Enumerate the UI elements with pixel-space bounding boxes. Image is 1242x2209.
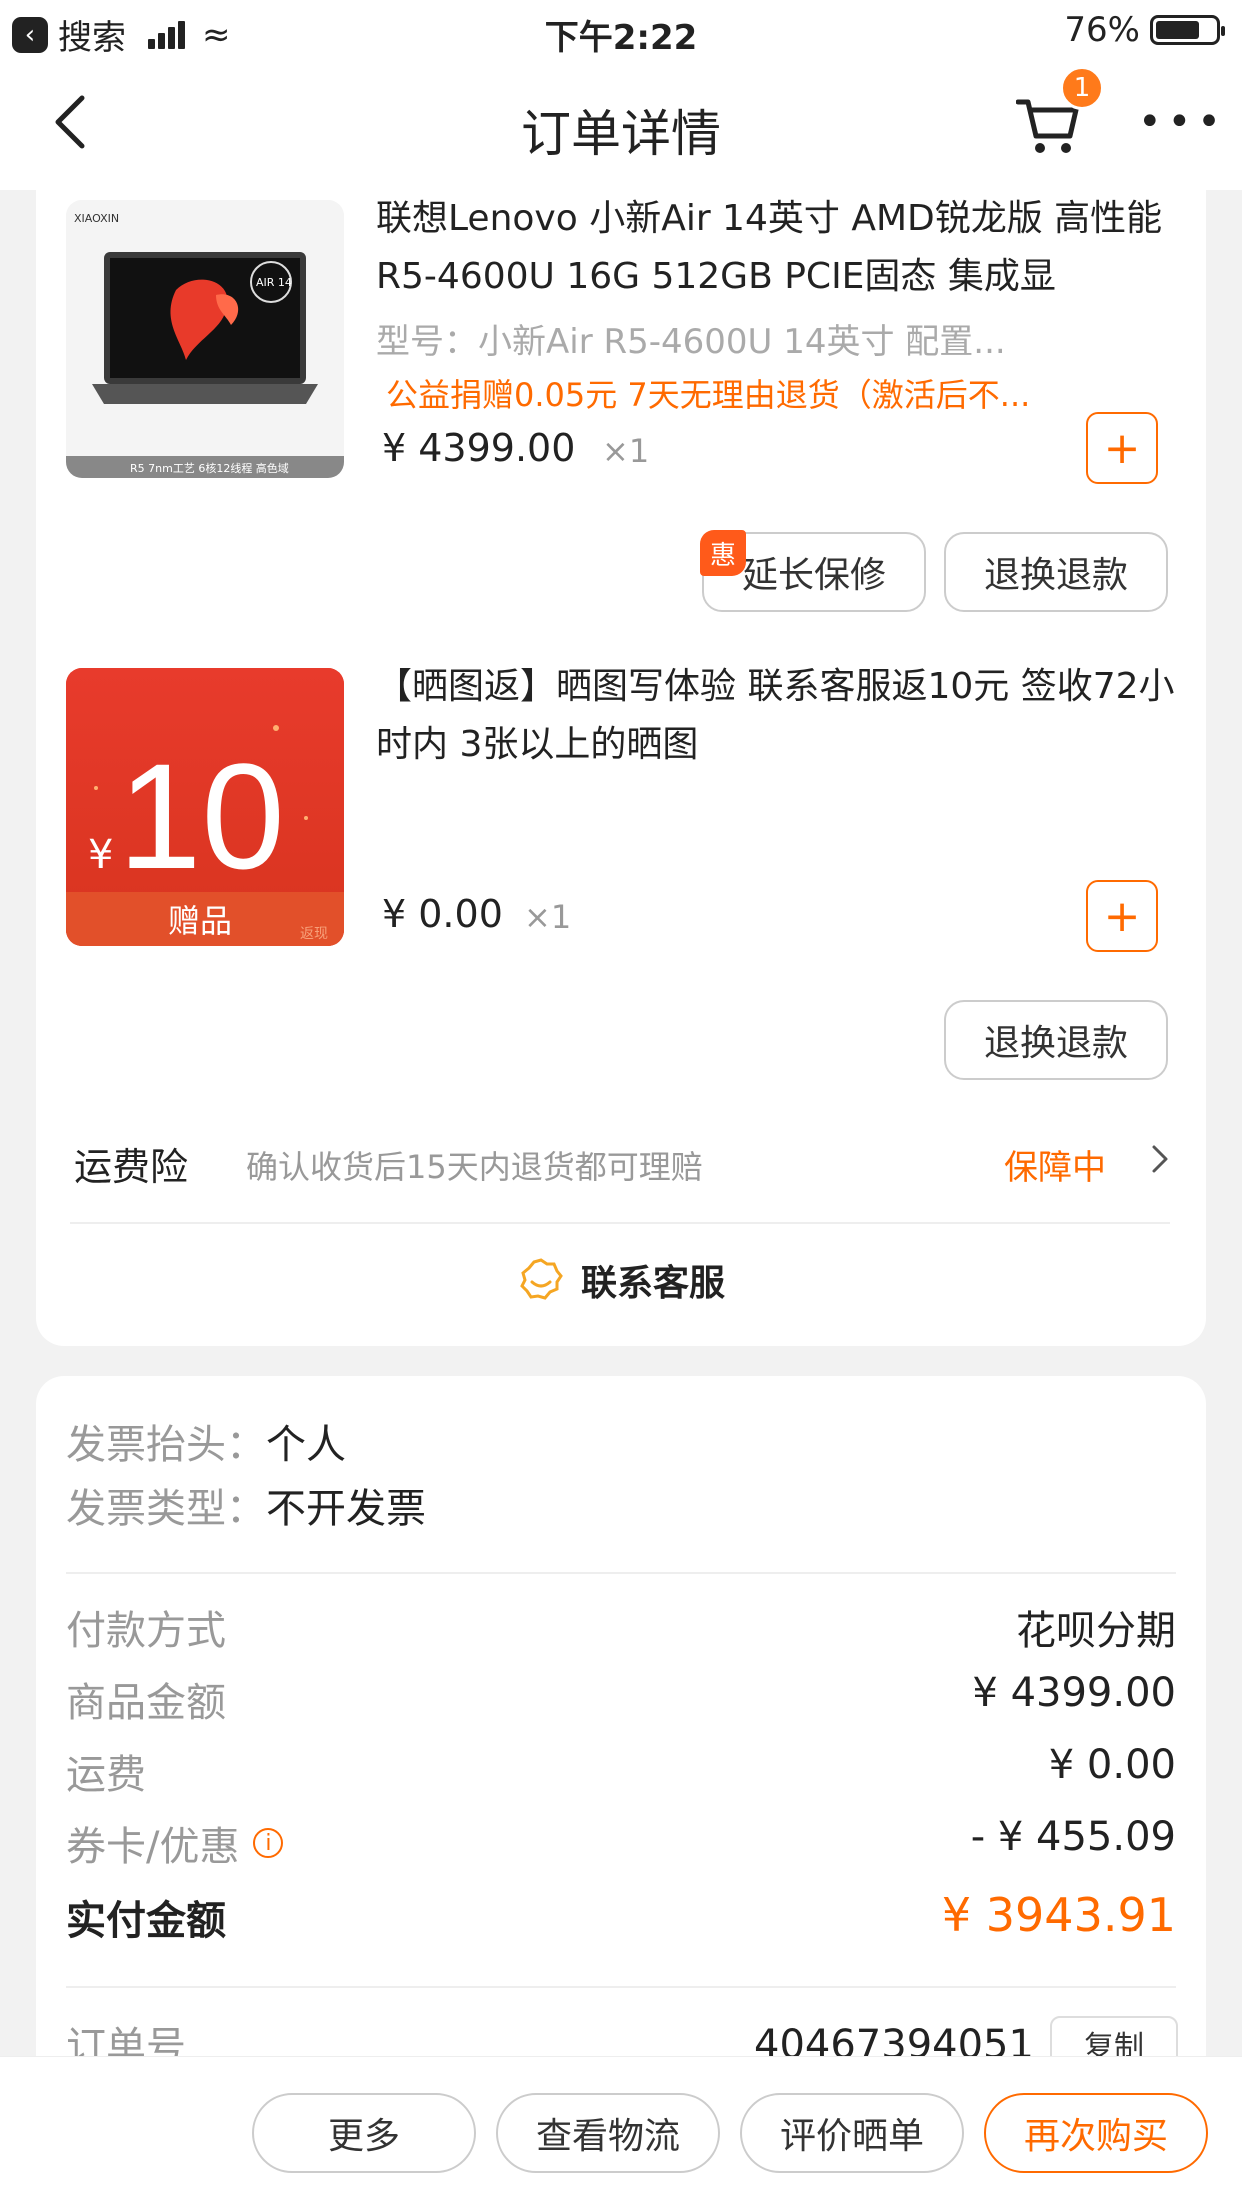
product-qty: ×1 <box>602 432 650 470</box>
more-options-icon[interactable]: ••• <box>1138 92 1227 152</box>
gift-price: ¥ 0.00 <box>382 892 503 936</box>
order-items-card: XIAOXIN AIR 14 R5 7nm工艺 6核12线程 高色域 联想Len… <box>36 190 1206 1346</box>
freight-insurance-label: 运费险 <box>74 1145 189 1189</box>
goods-amount-value: ¥ 4399.00 <box>972 1670 1176 1716</box>
discount-badge: 惠 <box>700 530 746 576</box>
shipping-label: 运费 <box>66 1752 146 1798</box>
gift-add-button[interactable]: + <box>1086 880 1158 952</box>
payment-method-label: 付款方式 <box>66 1608 226 1654</box>
laptop-product-image[interactable]: XIAOXIN AIR 14 R5 7nm工艺 6核12线程 高色域 <box>66 200 344 478</box>
coupon-label: 券卡/优惠 <box>66 1824 240 1870</box>
invoice-type-label: 发票类型： <box>66 1486 266 1532</box>
invoice-type-value: 不开发票 <box>266 1486 426 1532</box>
battery-icon <box>1150 15 1225 45</box>
customer-service-icon <box>520 1258 563 1300</box>
product-price: ¥ 4399.00 <box>382 426 576 470</box>
extend-warranty-button[interactable]: 惠 延长保修 <box>700 530 926 612</box>
laptop-caption: R5 7nm工艺 6核12线程 高色域 <box>130 461 289 475</box>
cart-count-badge: 1 <box>1060 66 1104 110</box>
refund-button[interactable]: 退换退款 <box>944 532 1168 612</box>
air14-badge-text: AIR 14 <box>256 276 292 289</box>
add-to-cart-button[interactable]: + <box>1086 412 1158 484</box>
contact-service-button[interactable]: 联系客服 <box>36 1254 1206 1306</box>
refund-label: 退换退款 <box>983 555 1128 596</box>
gift-refund-label: 退换退款 <box>983 1023 1128 1064</box>
shipping-value: ¥ 0.00 <box>1048 1742 1176 1788</box>
gift-tag: 返现 <box>300 926 328 942</box>
freight-insurance-status[interactable]: 保障中 <box>1004 1140 1106 1189</box>
view-logistics-button[interactable]: 查看物流 <box>496 2093 720 2173</box>
more-button[interactable]: 更多 <box>252 2093 476 2173</box>
invoice-title-value: 个人 <box>266 1422 346 1468</box>
extend-warranty-label: 延长保修 <box>741 555 886 596</box>
nav-bar: 订单详情 1 ••• <box>0 62 1242 190</box>
gift-amount: 10 <box>118 732 285 900</box>
review-button[interactable]: 评价晒单 <box>740 2093 964 2173</box>
divider <box>70 1222 1170 1224</box>
divider <box>66 1572 1176 1574</box>
total-value: ¥ 3943.91 <box>941 1888 1176 1942</box>
info-icon[interactable]: i <box>253 1828 284 1858</box>
product-title[interactable]: 联想Lenovo 小新Air 14英寸 AMD锐龙版 高性能 R5-4600U … <box>376 190 1176 306</box>
battery-percent: 76% <box>1064 10 1140 50</box>
gift-title[interactable]: 【晒图返】晒图写体验 联系客服返10元 签收72小时内 3张以上的晒图 <box>376 658 1176 774</box>
goods-amount-label: 商品金额 <box>66 1680 226 1726</box>
clock: 下午2:22 <box>544 18 698 58</box>
gift-product-image[interactable]: ¥ 10 赠品 返现 <box>66 668 344 946</box>
gift-currency: ¥ <box>88 832 113 878</box>
product-model: 型号：小新Air R5-4600U 14英寸 配置... <box>376 322 1006 362</box>
bottom-action-bar: 更多 查看物流 评价晒单 再次购买 <box>0 2056 1242 2209</box>
gift-refund-button[interactable]: 退换退款 <box>944 1000 1168 1080</box>
divider <box>66 1986 1176 1988</box>
status-bar: ‹ 搜索 ≈ 下午2:22 76% <box>0 0 1242 62</box>
payment-method-value: 花呗分期 <box>1016 1608 1176 1654</box>
coupon-value: - ¥ 455.09 <box>970 1814 1176 1860</box>
chevron-right-icon[interactable] <box>1146 1144 1176 1174</box>
product-promo: 公益捐赠0.05元 7天无理由退货（激活后不... <box>386 376 1031 414</box>
buy-again-button[interactable]: 再次购买 <box>984 2093 1208 2173</box>
freight-insurance-desc: 确认收货后15天内退货都可理赔 <box>246 1148 703 1186</box>
total-label: 实付金额 <box>66 1898 226 1944</box>
contact-service-label: 联系客服 <box>580 1263 725 1304</box>
gift-label: 赠品 <box>168 902 232 940</box>
invoice-title-label: 发票抬头： <box>66 1422 266 1468</box>
gift-qty: ×1 <box>524 898 572 936</box>
brand-logo-text: XIAOXIN <box>74 212 119 225</box>
